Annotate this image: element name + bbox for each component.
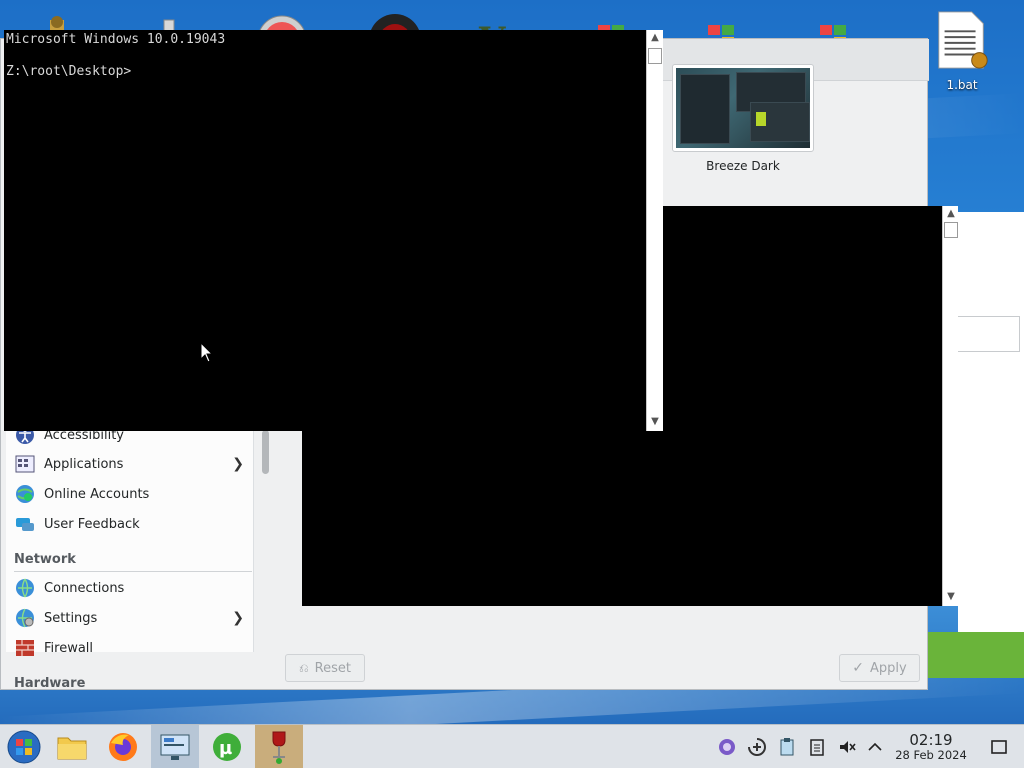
console-prompt[interactable]: Z:\root\Desktop> (6, 64, 131, 79)
sidebar-item-label: Settings (44, 610, 98, 626)
sidebar-item-label: Firewall (44, 640, 94, 656)
applications-icon (15, 455, 35, 473)
taskbar-file-manager[interactable] (48, 725, 96, 768)
sidebar-item-label: Online Accounts (44, 486, 150, 502)
clock-date[interactable]: 28 Feb 2024 (893, 748, 969, 762)
sidebar-item-network-settings[interactable]: Settings ❯ (6, 603, 254, 633)
console-scroll-thumb[interactable] (648, 48, 662, 64)
theme-preview-image (676, 68, 810, 148)
sidebar-item-firewall[interactable]: Firewall (6, 633, 254, 663)
batch-file-label[interactable]: 1.bat (945, 78, 979, 92)
start-button[interactable] (0, 725, 48, 768)
tray-notes-icon[interactable] (807, 737, 827, 757)
sidebar-item-label: Applications (44, 456, 124, 472)
scroll-up-icon[interactable]: ▲ (647, 30, 663, 46)
sidebar-item-user-feedback[interactable]: User Feedback (6, 509, 254, 539)
scroll-down-icon[interactable]: ▼ (647, 414, 663, 430)
connections-icon (16, 578, 34, 598)
system-settings-icon (160, 734, 190, 760)
tray-expand-icon[interactable] (865, 737, 885, 757)
sidebar-scroll-thumb[interactable] (262, 430, 269, 474)
svg-text:µ: µ (219, 738, 232, 759)
folder-icon (57, 737, 87, 760)
theme-name-label: Breeze Dark (706, 159, 780, 170)
console-scrollbar[interactable]: ▲ ▼ (646, 30, 663, 431)
checkmark-icon: ✓ (852, 660, 865, 676)
taskbar-firefox[interactable] (99, 725, 147, 768)
utorrent-icon: µ (213, 733, 241, 761)
wine-glass-icon (272, 731, 286, 764)
scroll-up-icon[interactable]: ▲ (943, 206, 959, 222)
apply-button[interactable]: ✓ Apply (839, 654, 920, 682)
sidebar-section-hardware: Hardware (14, 676, 86, 691)
taskbar-wine-console[interactable] (255, 725, 303, 768)
sidebar-item-connections[interactable]: Connections (6, 573, 254, 603)
sidebar-item-label: Connections (44, 580, 125, 596)
firefox-icon (109, 733, 137, 761)
tray-kde-connect-icon[interactable] (717, 737, 737, 757)
chevron-right-icon: ❯ (232, 456, 244, 472)
tray-update-icon[interactable] (747, 737, 767, 757)
sidebar-item-online-accounts[interactable]: Online Accounts (6, 479, 254, 509)
scroll-down-icon[interactable]: ▼ (943, 589, 959, 605)
windows-start-icon (7, 730, 41, 764)
settings-sidebar: Accessibility Applications ❯ Online Acco… (6, 392, 254, 691)
background-dialog (958, 212, 1024, 632)
theme-preview-breeze-dark[interactable] (672, 64, 814, 152)
mouse-pointer-icon (200, 342, 214, 363)
sidebar-section-network: Network (14, 552, 252, 572)
tray-clipboard-icon[interactable] (777, 737, 797, 757)
tray-volume-muted-icon[interactable] (837, 737, 857, 757)
overlay-scrollbar[interactable]: ▲ ▼ (942, 206, 958, 606)
background-green-banner (928, 632, 1024, 678)
overlay-scroll-thumb[interactable] (944, 222, 958, 238)
reset-button-label: Reset (314, 660, 351, 676)
taskbar: µ (0, 724, 1024, 768)
sidebar-item-applications[interactable]: Applications ❯ (6, 449, 254, 479)
apply-button-label: Apply (870, 660, 907, 676)
taskbar-system-settings[interactable] (151, 725, 199, 768)
sidebar-scrollbar[interactable] (258, 392, 274, 652)
show-desktop-icon[interactable] (989, 737, 1009, 757)
user-feedback-icon (16, 518, 34, 531)
clock-time[interactable]: 02:19 (900, 731, 962, 749)
reset-button[interactable]: ⎌ Reset (285, 654, 365, 682)
background-dialog-field (958, 316, 1020, 352)
batch-file-icon[interactable] (932, 10, 992, 70)
taskbar-utorrent[interactable]: µ (203, 725, 251, 768)
command-console[interactable]: Microsoft Windows 10.0.19043 Z:\root\Des… (4, 30, 646, 431)
console-version-line: Microsoft Windows 10.0.19043 (6, 32, 226, 47)
sidebar-item-label: User Feedback (44, 516, 140, 532)
online-accounts-icon (16, 485, 34, 503)
network-settings-icon (16, 608, 34, 628)
firewall-icon (16, 640, 34, 656)
chevron-right-icon: ❯ (232, 610, 244, 626)
reset-icon: ⎌ (299, 660, 309, 675)
